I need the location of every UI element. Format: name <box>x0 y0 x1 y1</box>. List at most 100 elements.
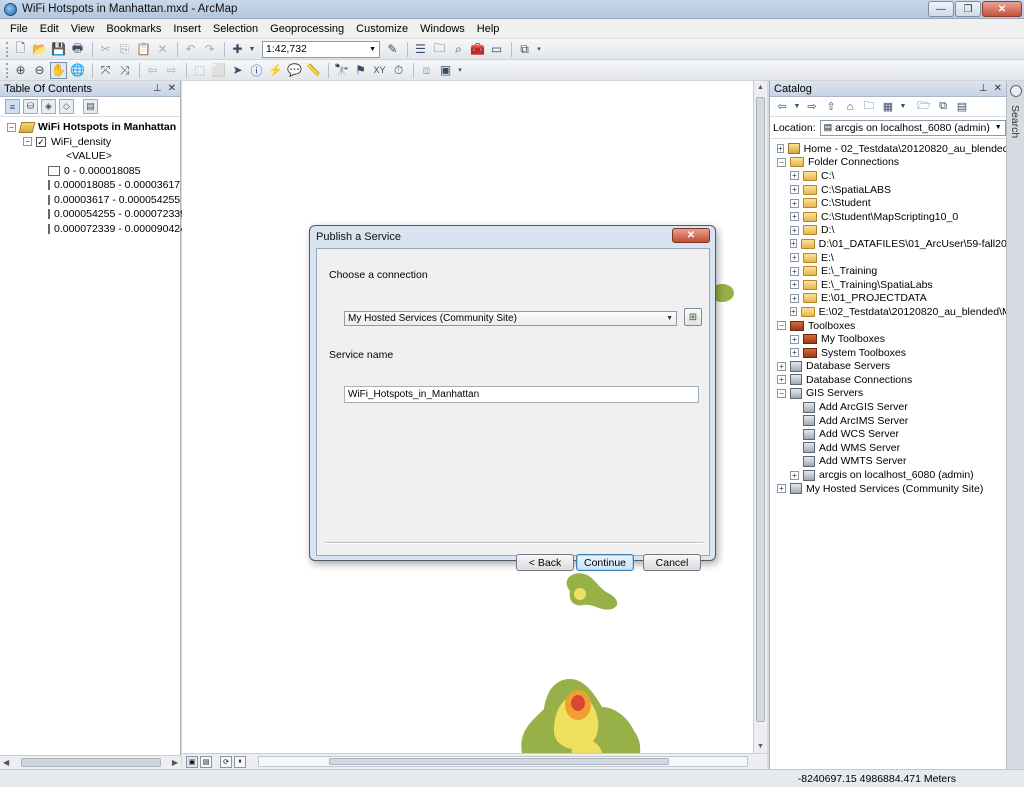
expand-icon[interactable]: + <box>790 225 799 235</box>
expand-icon[interactable]: + <box>790 334 799 344</box>
print-icon[interactable]: 🖶 <box>69 41 86 58</box>
catalog-tree-item[interactable]: Add ArcGIS Server <box>770 400 1006 414</box>
scroll-down-icon[interactable]: ▼ <box>757 743 764 750</box>
expand-icon[interactable]: + <box>777 375 786 385</box>
select-elements-icon[interactable]: ➤ <box>229 62 246 79</box>
toolbar-options-icon[interactable]: ▾ <box>535 41 543 58</box>
back-extent-icon[interactable]: ⇦ <box>144 62 161 79</box>
catalog-tree-item[interactable]: − Folder Connections <box>770 156 1006 170</box>
copy-icon[interactable]: ⎘ <box>116 41 133 58</box>
map-scale-combobox[interactable]: 1:42,732 ▼ <box>262 40 380 58</box>
list-by-drawing-order-icon[interactable]: ≡ <box>5 99 20 114</box>
close-icon[interactable]: ✕ <box>994 83 1002 94</box>
folder-icon[interactable]: 🗀 <box>861 99 877 114</box>
full-extent-icon[interactable]: 🌐 <box>69 62 86 79</box>
swipe-icon[interactable]: ⧈ <box>418 62 435 79</box>
menu-file[interactable]: File <box>4 23 34 35</box>
menu-edit[interactable]: Edit <box>34 23 65 35</box>
python-window-icon[interactable]: ▭ <box>488 41 505 58</box>
menu-bookmarks[interactable]: Bookmarks <box>100 23 167 35</box>
catalog-options-icon[interactable]: ▤ <box>954 99 970 114</box>
forward-icon[interactable]: ⇨ <box>804 99 820 114</box>
menu-help[interactable]: Help <box>471 23 506 35</box>
toc-horizontal-scrollbar[interactable]: ◀ ▶ <box>0 755 181 769</box>
map-horizontal-scrollbar[interactable] <box>258 756 748 767</box>
pan-icon[interactable]: ✋ <box>50 61 67 79</box>
chevron-down-icon[interactable]: ▼ <box>899 99 907 114</box>
catalog-tree-item[interactable]: + E:\_Training\SpatiaLabs <box>770 278 1006 292</box>
viewer-window-icon[interactable]: ▣ <box>437 62 454 79</box>
toolbar-grip[interactable] <box>6 41 9 57</box>
expand-icon[interactable]: + <box>790 239 797 249</box>
list-by-visibility-icon[interactable]: ◈ <box>41 99 56 114</box>
legend-class-row[interactable]: 0.000072339 - 0.000090424 <box>0 222 186 237</box>
pause-drawing-icon[interactable]: ⏸ <box>234 755 246 768</box>
scroll-left-icon[interactable]: ◀ <box>3 758 9 767</box>
menu-insert[interactable]: Insert <box>167 23 207 35</box>
service-name-input[interactable]: WiFi_Hotspots_in_Manhattan <box>344 386 699 403</box>
collapse-icon[interactable]: − <box>7 122 16 132</box>
expand-icon[interactable]: + <box>790 293 799 303</box>
select-features-icon[interactable]: ⬚ <box>191 62 208 79</box>
pin-icon[interactable]: ⊥ <box>979 83 988 94</box>
collapse-icon[interactable]: − <box>777 388 786 398</box>
delete-icon[interactable]: ✕ <box>154 41 171 58</box>
scrollbar-thumb[interactable] <box>20 758 161 767</box>
scroll-up-icon[interactable]: ▲ <box>757 84 764 91</box>
catalog-tree-item[interactable]: + arcgis on localhost_6080 (admin) <box>770 468 1006 482</box>
catalog-tree-item[interactable]: + D:\01_DATAFILES\01_ArcUser\59-fall2012\… <box>770 237 1006 251</box>
expand-icon[interactable]: + <box>790 212 799 222</box>
catalog-tree-item[interactable]: + System Toolboxes <box>770 346 1006 360</box>
collapse-icon[interactable]: − <box>777 157 786 167</box>
save-icon[interactable]: 💾 <box>50 41 67 58</box>
data-frame-row[interactable]: − WiFi Hotspots in Manhattan <box>0 120 180 135</box>
catalog-tree-item[interactable]: Add ArcIMS Server <box>770 414 1006 428</box>
chevron-down-icon[interactable]: ▼ <box>369 46 376 53</box>
menu-windows[interactable]: Windows <box>414 23 471 35</box>
catalog-tree-item[interactable]: + C:\ <box>770 169 1006 183</box>
table-of-contents-icon[interactable]: ☰ <box>412 41 429 58</box>
zoom-in-icon[interactable]: ⊕ <box>12 62 29 79</box>
close-icon[interactable]: ✕ <box>168 83 176 94</box>
toolbar-grip[interactable] <box>6 62 9 78</box>
expand-icon[interactable]: + <box>777 361 786 371</box>
connection-dropdown[interactable]: My Hosted Services (Community Site) ▼ <box>344 311 677 326</box>
catalog-tree-item[interactable]: + My Toolboxes <box>770 332 1006 346</box>
catalog-tree-item[interactable]: − GIS Servers <box>770 387 1006 401</box>
add-data-dropdown-icon[interactable]: ▼ <box>248 41 256 58</box>
chevron-down-icon[interactable]: ▼ <box>995 124 1002 131</box>
clear-selection-icon[interactable]: ⬜ <box>210 62 227 79</box>
home-icon[interactable]: ⌂ <box>842 99 858 114</box>
back-button[interactable]: < Back <box>516 554 574 571</box>
find-route-icon[interactable]: ⚑ <box>352 62 369 79</box>
hyperlink-icon[interactable]: ⚡ <box>267 62 284 79</box>
catalog-tree-item[interactable]: + C:\Student\MapScripting10_0 <box>770 210 1006 224</box>
editor-toolbar-icon[interactable]: ✎ <box>384 41 401 58</box>
dialog-close-button[interactable]: ✕ <box>672 228 710 243</box>
catalog-tree-item[interactable]: + Home - 02_Testdata\20120820_au_blended <box>770 142 1006 156</box>
expand-icon[interactable]: + <box>790 348 799 358</box>
expand-icon[interactable]: + <box>790 171 799 181</box>
list-by-source-icon[interactable]: ⛁ <box>23 99 38 114</box>
legend-class-row[interactable]: 0.000054255 - 0.000072339 <box>0 207 186 222</box>
paste-icon[interactable]: 📋 <box>135 41 152 58</box>
cancel-button[interactable]: Cancel <box>643 554 701 571</box>
identify-icon[interactable]: ⓘ <box>248 62 265 79</box>
redo-icon[interactable]: ↷ <box>201 41 218 58</box>
expand-icon[interactable]: + <box>790 280 799 290</box>
new-document-icon[interactable]: 🗋 <box>12 41 29 58</box>
fixed-zoom-in-icon[interactable]: ⤧ <box>97 62 114 79</box>
catalog-tree-item[interactable]: Add WCS Server <box>770 427 1006 441</box>
expand-icon[interactable]: + <box>777 484 786 494</box>
catalog-tree-item[interactable]: − Toolboxes <box>770 319 1006 333</box>
go-to-xy-icon[interactable]: XY <box>371 62 388 79</box>
search-side-tab[interactable]: Search <box>1006 81 1024 769</box>
menu-customize[interactable]: Customize <box>350 23 414 35</box>
catalog-tree-item[interactable]: + D:\ <box>770 224 1006 238</box>
up-one-level-icon[interactable]: ⇧ <box>823 99 839 114</box>
view-options-icon[interactable]: ▦ <box>880 99 896 114</box>
expand-icon[interactable]: + <box>790 266 799 276</box>
toggle-contents-icon[interactable]: ⧉ <box>935 99 951 114</box>
location-combobox[interactable]: ▤ arcgis on localhost_6080 (admin) ▼ <box>819 119 1006 136</box>
layer-row[interactable]: − ✓ WiFi_density <box>0 135 180 150</box>
